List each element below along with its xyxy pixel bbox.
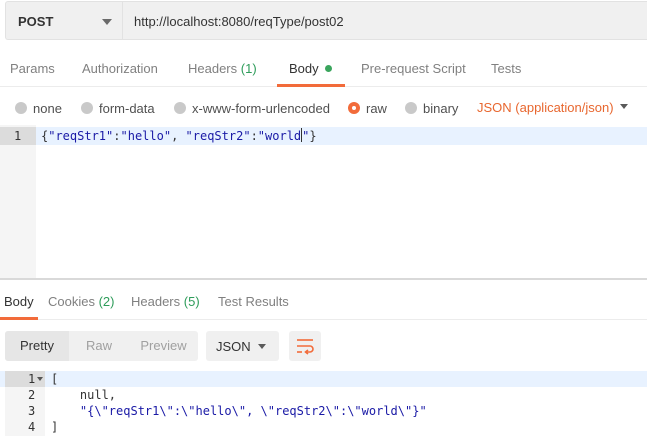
tab-cookies[interactable]: Cookies (2)	[48, 285, 114, 320]
request-body-code[interactable]: {"reqStr1":"hello", "reqStr2":"world"}	[41, 127, 317, 145]
active-tab-indicator	[0, 317, 38, 320]
cookies-count-badge: (2)	[98, 294, 115, 309]
radio-circle-icon	[81, 102, 93, 114]
code-line: 3 "{\"reqStr1\":\"hello\", \"reqStr2\":\…	[0, 403, 647, 419]
wrap-lines-button[interactable]	[289, 331, 321, 361]
tab-response-headers-label: Headers	[131, 294, 181, 309]
radio-circle-icon	[15, 102, 27, 114]
view-mode-toggle: Pretty Raw Preview	[5, 331, 198, 361]
radio-circle-icon	[174, 102, 186, 114]
radio-urlencoded-label: x-www-form-urlencoded	[192, 100, 330, 116]
tab-body[interactable]: Body	[289, 52, 332, 87]
code-string: "world	[257, 129, 302, 143]
radio-none-label: none	[33, 100, 62, 116]
line-number: 2	[28, 388, 36, 402]
chevron-down-icon	[258, 344, 266, 349]
tab-headers-label: Headers	[188, 61, 238, 76]
radio-urlencoded[interactable]: x-www-form-urlencoded	[174, 100, 330, 116]
method-label: POST	[18, 14, 54, 29]
line-number: 3	[28, 404, 36, 418]
preview-button[interactable]: Preview	[129, 331, 198, 361]
response-format-select[interactable]: JSON	[206, 331, 279, 361]
tab-tests-label: Tests	[491, 61, 522, 76]
tab-headers[interactable]: Headers (1)	[188, 52, 257, 87]
url-input[interactable]: http://localhost:8080/reqType/post02	[122, 1, 647, 40]
code-line: 1 [	[0, 371, 647, 387]
radio-selected-icon	[348, 102, 360, 114]
radio-binary-label: binary	[423, 100, 459, 116]
tab-authorization[interactable]: Authorization	[82, 52, 158, 87]
radio-none[interactable]: none	[15, 100, 62, 116]
url-value: http://localhost:8080/reqType/post02	[134, 14, 344, 29]
line-gutter	[0, 125, 36, 278]
radio-raw[interactable]: raw	[348, 100, 387, 116]
tab-body-label: Body	[289, 61, 319, 76]
tab-cookies-label: Cookies	[48, 294, 95, 309]
method-select[interactable]: POST	[5, 1, 122, 40]
tab-pre-request-script[interactable]: Pre-request Script	[361, 52, 466, 87]
radio-binary[interactable]: binary	[405, 100, 458, 116]
code-key: "reqStr1"	[48, 129, 114, 143]
code-punct: :	[113, 129, 121, 143]
tab-params-label: Params	[10, 61, 55, 76]
code-key: "reqStr2"	[185, 129, 251, 143]
active-tab-indicator	[277, 84, 345, 87]
code-text: null,	[51, 388, 117, 402]
content-type-select[interactable]: JSON (application/json)	[477, 100, 614, 115]
pane-splitter[interactable]	[0, 278, 647, 280]
chevron-down-icon[interactable]	[620, 104, 628, 109]
response-headers-count-badge: (5)	[183, 294, 200, 309]
code-line: 4 ]	[0, 419, 647, 435]
response-body-viewer[interactable]: 1 [ 2 null, 3 "{\"reqStr1\":\"hello\", \…	[0, 371, 647, 436]
request-tabs: Params Authorization Headers (1) Body Pr…	[0, 52, 647, 87]
headers-count-badge: (1)	[240, 61, 257, 76]
request-body-editor[interactable]: 1 {"reqStr1":"hello", "reqStr2":"world"}	[0, 125, 647, 278]
wrap-lines-icon	[297, 339, 314, 355]
chevron-down-icon	[102, 19, 112, 25]
response-tabs: Body Cookies (2) Headers (5) Test Result…	[0, 285, 647, 320]
code-string: "hello"	[120, 129, 172, 143]
tab-test-results-label: Test Results	[218, 294, 289, 309]
body-type-selector: none form-data x-www-form-urlencoded raw…	[0, 92, 647, 122]
tab-response-body[interactable]: Body	[4, 285, 34, 320]
tab-response-body-label: Body	[4, 294, 34, 309]
request-url-bar: POST http://localhost:8080/reqType/post0…	[0, 0, 647, 42]
radio-raw-label: raw	[366, 100, 387, 116]
tab-authorization-label: Authorization	[82, 61, 158, 76]
tab-test-results[interactable]: Test Results	[218, 285, 289, 320]
code-punct: }	[309, 129, 317, 143]
modified-dot-icon	[324, 65, 332, 72]
fold-arrow-icon[interactable]	[37, 377, 43, 381]
code-text: "{\"reqStr1\":\"hello\", \"reqStr2\":\"w…	[51, 404, 427, 418]
radio-form-data-label: form-data	[99, 100, 155, 116]
tab-response-headers[interactable]: Headers (5)	[131, 285, 200, 320]
tab-tests[interactable]: Tests	[491, 52, 521, 87]
pretty-button[interactable]: Pretty	[5, 331, 69, 361]
radio-circle-icon	[405, 102, 417, 114]
tab-pre-request-label: Pre-request Script	[361, 61, 466, 76]
tab-params[interactable]: Params	[10, 52, 55, 87]
code-text: [	[51, 372, 59, 386]
response-format-label: JSON	[216, 339, 251, 354]
radio-form-data[interactable]: form-data	[81, 100, 155, 116]
code-text: ]	[51, 420, 59, 434]
raw-button[interactable]: Raw	[69, 331, 129, 361]
code-line: 2 null,	[0, 387, 647, 403]
code-punct: :	[250, 129, 258, 143]
line-number: 1	[0, 127, 36, 145]
code-punct: ,	[171, 129, 186, 143]
line-number: 4	[28, 420, 36, 434]
